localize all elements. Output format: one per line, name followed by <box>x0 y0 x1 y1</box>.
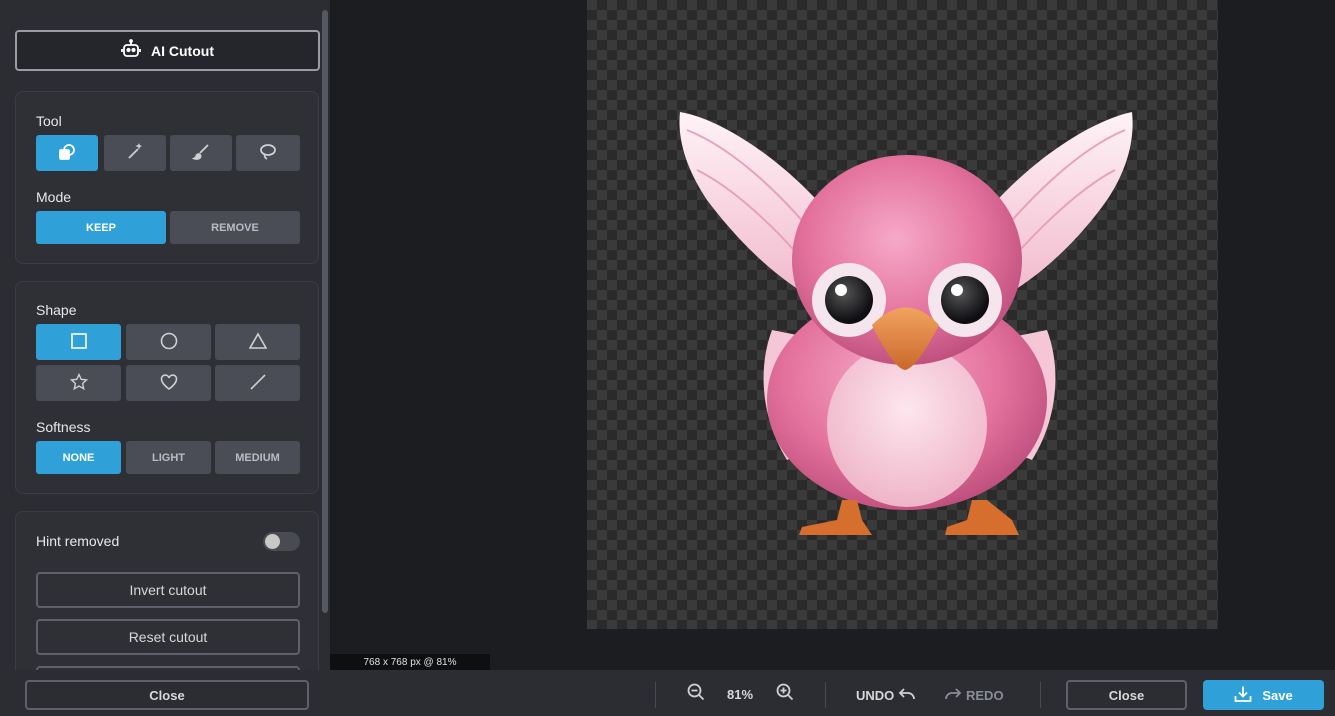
undo-button[interactable]: UNDO <box>856 687 916 704</box>
undo-icon <box>898 687 916 704</box>
mode-label: Mode <box>36 189 72 205</box>
shape-square-button[interactable] <box>36 324 121 360</box>
zoom-out-icon <box>687 683 705 706</box>
brush-icon <box>191 143 210 164</box>
magic-wand-icon <box>126 142 144 164</box>
mode-remove-button[interactable]: REMOVE <box>170 211 300 244</box>
download-icon <box>1234 685 1252 706</box>
redo-icon <box>944 687 962 704</box>
softness-medium-button[interactable]: MEDIUM <box>215 441 300 474</box>
hint-removed-label: Hint removed <box>36 533 120 549</box>
zoom-in-button[interactable] <box>774 683 796 705</box>
star-icon <box>69 372 88 394</box>
softness-none-button[interactable]: NONE <box>36 441 121 474</box>
shape-panel: Shape Softness NONE LIGHT MEDIUM <box>15 281 319 494</box>
redo-button[interactable]: REDO <box>944 687 1004 704</box>
softness-light-button[interactable]: LIGHT <box>126 441 211 474</box>
undo-label: UNDO <box>856 688 895 703</box>
image-size-info: 768 x 768 px @ 81% <box>330 654 490 670</box>
shape-triangle-button[interactable] <box>215 324 300 360</box>
toggle-knob <box>265 534 280 549</box>
magic-wand-button[interactable] <box>104 135 166 171</box>
save-label: Save <box>1262 687 1293 703</box>
brush-button[interactable] <box>170 135 232 171</box>
shape-tool-icon <box>58 143 76 164</box>
close-sidebar-button[interactable]: Close <box>25 680 309 710</box>
image-canvas[interactable] <box>587 0 1218 629</box>
ai-cutout-label: AI Cutout <box>151 42 214 59</box>
triangle-icon <box>248 331 267 353</box>
cutout-options-panel: Hint removed Invert cutout Reset cutout <box>15 511 319 670</box>
sidebar-scrollbar[interactable] <box>322 10 328 613</box>
square-icon <box>70 332 88 353</box>
robot-icon <box>121 39 141 62</box>
shape-heart-button[interactable] <box>126 365 211 401</box>
shape-label: Shape <box>36 302 77 318</box>
save-button[interactable]: Save <box>1203 680 1324 710</box>
toolbar-divider <box>825 682 826 708</box>
bird-image <box>679 112 1133 535</box>
canvas-area[interactable]: 768 x 768 px @ 81% <box>330 0 1335 670</box>
zoom-level: 81% <box>726 687 754 702</box>
line-icon <box>249 373 267 394</box>
toolbar-divider <box>655 682 656 708</box>
shape-star-button[interactable] <box>36 365 121 401</box>
ai-cutout-button[interactable]: AI Cutout <box>15 30 320 71</box>
mode-keep-button[interactable]: KEEP <box>36 211 166 244</box>
bottom-toolbar: Close 81% UNDO REDO Close Save <box>0 670 1335 716</box>
shape-tool-button[interactable] <box>36 135 98 171</box>
tool-label: Tool <box>36 113 62 129</box>
zoom-in-icon <box>776 683 794 706</box>
hint-removed-toggle[interactable] <box>263 532 300 551</box>
softness-label: Softness <box>36 419 91 435</box>
toolbar-divider <box>1040 682 1041 708</box>
heart-icon <box>160 373 178 394</box>
shape-line-button[interactable] <box>215 365 300 401</box>
reset-cutout-button[interactable]: Reset cutout <box>36 619 300 655</box>
sidebar: AI Cutout Tool Mode KEEP REMOVE Shape So… <box>0 0 330 670</box>
lasso-icon <box>259 143 277 164</box>
zoom-out-button[interactable] <box>685 683 707 705</box>
shape-circle-button[interactable] <box>126 324 211 360</box>
invert-cutout-button[interactable]: Invert cutout <box>36 572 300 608</box>
lasso-button[interactable] <box>236 135 300 171</box>
close-button[interactable]: Close <box>1066 680 1187 710</box>
circle-icon <box>160 332 178 353</box>
tool-panel: Tool Mode KEEP REMOVE <box>15 91 319 264</box>
redo-label: REDO <box>966 688 1004 703</box>
